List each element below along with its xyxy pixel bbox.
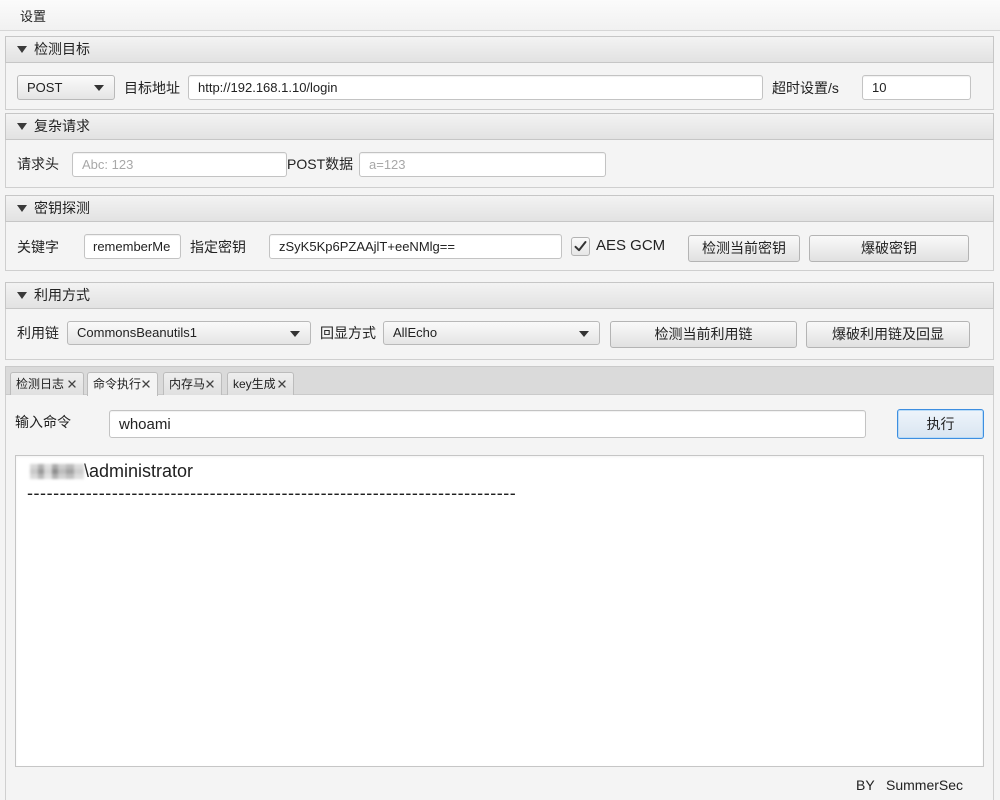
request-section: 复杂请求 请求头 POST数据 xyxy=(5,113,994,188)
aes-gcm-label: AES GCM xyxy=(596,237,666,254)
tab-command-exec[interactable]: 命令执行 xyxy=(87,372,158,396)
check-key-button[interactable]: 检测当前密钥 xyxy=(688,235,800,262)
execute-button[interactable]: 执行 xyxy=(897,409,984,439)
chevron-down-icon xyxy=(94,85,104,91)
target-section-title: 检测目标 xyxy=(34,41,90,57)
exploit-section-header[interactable]: 利用方式 xyxy=(5,282,994,309)
command-label: 输入命令 xyxy=(15,414,71,430)
url-label: 目标地址 xyxy=(124,80,180,96)
tab-detect-log[interactable]: 检测日志 xyxy=(10,372,84,395)
request-section-header[interactable]: 复杂请求 xyxy=(5,113,994,140)
target-section-header[interactable]: 检测目标 xyxy=(5,36,994,63)
key-section-header[interactable]: 密钥探测 xyxy=(5,195,994,222)
chain-label: 利用链 xyxy=(17,325,59,341)
aes-gcm-checkbox[interactable] xyxy=(571,237,590,256)
command-exec-panel: 输入命令 执行 \administrator -----------------… xyxy=(5,395,994,800)
triangle-down-icon xyxy=(17,205,27,212)
brute-chain-button[interactable]: 爆破利用链及回显 xyxy=(806,321,970,348)
key-section-title: 密钥探测 xyxy=(34,200,90,216)
tab-pane: 检测日志 命令执行 内存马 key生成 输入命令 执行 \administrat… xyxy=(5,366,994,800)
headers-label: 请求头 xyxy=(17,156,59,172)
menu-settings[interactable]: 设置 xyxy=(12,6,54,28)
command-output[interactable]: \administrator -------------------------… xyxy=(15,455,984,767)
output-separator: ----------------------------------------… xyxy=(27,483,517,503)
output-line: \administrator xyxy=(27,460,972,482)
exploit-section: 利用方式 利用链 CommonsBeanutils1 回显方式 AllEcho … xyxy=(5,282,994,360)
keyword-label: 关键字 xyxy=(17,239,59,255)
close-icon[interactable] xyxy=(278,380,286,388)
output-user: \administrator xyxy=(84,461,194,481)
url-input[interactable] xyxy=(188,75,763,100)
target-section-body: POST 目标地址 超时设置/s xyxy=(5,63,994,110)
echo-select[interactable]: AllEcho xyxy=(383,321,600,345)
key-label: 指定密钥 xyxy=(190,239,246,255)
target-section: 检测目标 POST 目标地址 超时设置/s xyxy=(5,36,994,110)
triangle-down-icon xyxy=(17,123,27,130)
tab-label: 内存马 xyxy=(169,377,206,391)
echo-select-value: AllEcho xyxy=(393,325,438,340)
echo-label: 回显方式 xyxy=(320,325,376,341)
checkmark-icon xyxy=(574,241,587,252)
redacted-hostname xyxy=(30,464,84,479)
triangle-down-icon xyxy=(17,292,27,299)
brute-key-button[interactable]: 爆破密钥 xyxy=(809,235,969,262)
tab-label: key生成 xyxy=(233,377,276,391)
exploit-section-body: 利用链 CommonsBeanutils1 回显方式 AllEcho 检测当前利… xyxy=(5,309,994,360)
method-select[interactable]: POST xyxy=(17,75,115,100)
timeout-label: 超时设置/s xyxy=(772,80,839,96)
key-section-body: 关键字 指定密钥 AES GCM 检测当前密钥 爆破密钥 xyxy=(5,222,994,271)
menu-bar: 设置 xyxy=(0,0,1000,31)
method-select-value: POST xyxy=(27,80,63,95)
key-section: 密钥探测 关键字 指定密钥 AES GCM 检测当前密钥 爆破密钥 xyxy=(5,195,994,271)
tab-key-gen[interactable]: key生成 xyxy=(227,372,294,395)
chain-select-value: CommonsBeanutils1 xyxy=(77,325,197,340)
request-section-title: 复杂请求 xyxy=(34,118,90,134)
tab-label: 命令执行 xyxy=(93,377,142,391)
post-data-label: POST数据 xyxy=(287,156,354,172)
timeout-input[interactable] xyxy=(862,75,971,100)
command-input[interactable] xyxy=(109,410,866,438)
exploit-section-title: 利用方式 xyxy=(34,287,90,303)
close-icon[interactable] xyxy=(206,380,214,388)
footer-author: SummerSec xyxy=(886,777,964,793)
keyword-input[interactable] xyxy=(84,234,181,259)
headers-input[interactable] xyxy=(72,152,287,177)
close-icon[interactable] xyxy=(142,380,150,388)
footer-by: BY xyxy=(856,777,875,793)
tab-memshell[interactable]: 内存马 xyxy=(163,372,222,395)
chain-select[interactable]: CommonsBeanutils1 xyxy=(67,321,311,345)
chevron-down-icon xyxy=(579,331,589,337)
tab-label: 检测日志 xyxy=(16,377,65,391)
chevron-down-icon xyxy=(290,331,300,337)
close-icon[interactable] xyxy=(68,380,76,388)
check-chain-button[interactable]: 检测当前利用链 xyxy=(610,321,797,348)
post-data-input[interactable] xyxy=(359,152,606,177)
request-section-body: 请求头 POST数据 xyxy=(5,140,994,188)
key-input[interactable] xyxy=(269,234,562,259)
triangle-down-icon xyxy=(17,46,27,53)
